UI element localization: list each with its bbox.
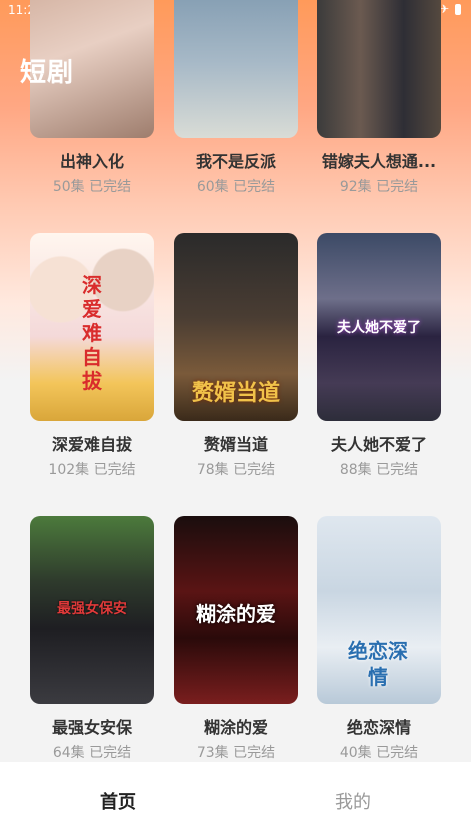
episode-count: 40集 bbox=[339, 745, 372, 760]
drama-poster[interactable]: 深爱难自拔 bbox=[30, 233, 154, 421]
drama-meta: 78集 已完结 bbox=[164, 459, 308, 479]
drama-poster[interactable]: 夫人她不爱了 bbox=[317, 233, 441, 421]
episode-count: 64集 bbox=[52, 745, 85, 760]
drama-meta: 88集 已完结 bbox=[307, 459, 451, 479]
drama-poster[interactable]: 最强女保安 bbox=[30, 516, 154, 704]
drama-meta: 102集 已完结 bbox=[20, 459, 164, 479]
drama-meta: 73集 已完结 bbox=[164, 742, 308, 760]
drama-poster[interactable]: 赘婿当道 bbox=[174, 233, 298, 421]
poster-title-text: 绝恋深情 bbox=[348, 639, 408, 689]
episode-count: 102集 bbox=[48, 462, 90, 478]
drama-title[interactable]: 糊涂的爱 bbox=[164, 714, 308, 738]
completion-status: 已完结 bbox=[376, 179, 419, 195]
drama-title[interactable]: 夫人她不爱了 bbox=[307, 431, 451, 455]
episode-count: 78集 bbox=[196, 462, 229, 478]
episode-count: 92集 bbox=[339, 179, 372, 195]
completion-status: 已完结 bbox=[376, 462, 419, 478]
drama-title[interactable]: 出神入化 bbox=[20, 148, 164, 172]
page-title: 短剧 bbox=[20, 58, 75, 88]
completion-status: 已完结 bbox=[376, 745, 419, 760]
drama-poster[interactable]: 绝恋深情 bbox=[317, 516, 441, 704]
poster-title-text: 夫人她不爱了 bbox=[337, 320, 421, 336]
drama-poster[interactable] bbox=[317, 0, 441, 138]
poster-title-text: 糊涂的爱 bbox=[196, 602, 276, 626]
episode-count: 60集 bbox=[196, 179, 229, 195]
drama-title[interactable]: 绝恋深情 bbox=[307, 714, 451, 738]
bottom-navigation: 首页 我的 bbox=[0, 762, 471, 837]
drama-title[interactable]: 我不是反派 bbox=[164, 148, 308, 172]
drama-meta: 64集 已完结 bbox=[20, 742, 164, 760]
drama-meta: 40集 已完结 bbox=[307, 742, 451, 760]
drama-title[interactable]: 赘婿当道 bbox=[164, 431, 308, 455]
drama-meta: 60集 已完结 bbox=[164, 176, 308, 196]
episode-count: 50集 bbox=[52, 179, 85, 195]
nav-tab-me[interactable]: 我的 bbox=[303, 788, 403, 814]
drama-grid: 出神入化 50集 已完结 我不是反派 60集 已完结 错嫁夫人想通... 92集… bbox=[0, 0, 471, 760]
nav-tab-home[interactable]: 首页 bbox=[68, 788, 168, 814]
drama-poster[interactable] bbox=[174, 0, 298, 138]
completion-status: 已完结 bbox=[233, 179, 276, 195]
poster-title-text: 深爱难自拔 bbox=[82, 273, 102, 393]
drama-meta: 50集 已完结 bbox=[20, 176, 164, 196]
episode-count: 73集 bbox=[196, 745, 229, 760]
completion-status: 已完结 bbox=[233, 462, 276, 478]
episode-count: 88集 bbox=[339, 462, 372, 478]
drama-title[interactable]: 深爱难自拔 bbox=[20, 431, 164, 455]
drama-title[interactable]: 最强女安保 bbox=[20, 714, 164, 738]
completion-status: 已完结 bbox=[89, 745, 132, 760]
completion-status: 已完结 bbox=[93, 462, 136, 478]
poster-title-text: 最强女保安 bbox=[57, 601, 127, 617]
drama-poster[interactable]: 糊涂的爱 bbox=[174, 516, 298, 704]
drama-title[interactable]: 错嫁夫人想通... bbox=[307, 148, 451, 172]
completion-status: 已完结 bbox=[89, 179, 132, 195]
completion-status: 已完结 bbox=[233, 745, 276, 760]
drama-meta: 92集 已完结 bbox=[307, 176, 451, 196]
poster-title-text: 赘婿当道 bbox=[191, 381, 280, 406]
